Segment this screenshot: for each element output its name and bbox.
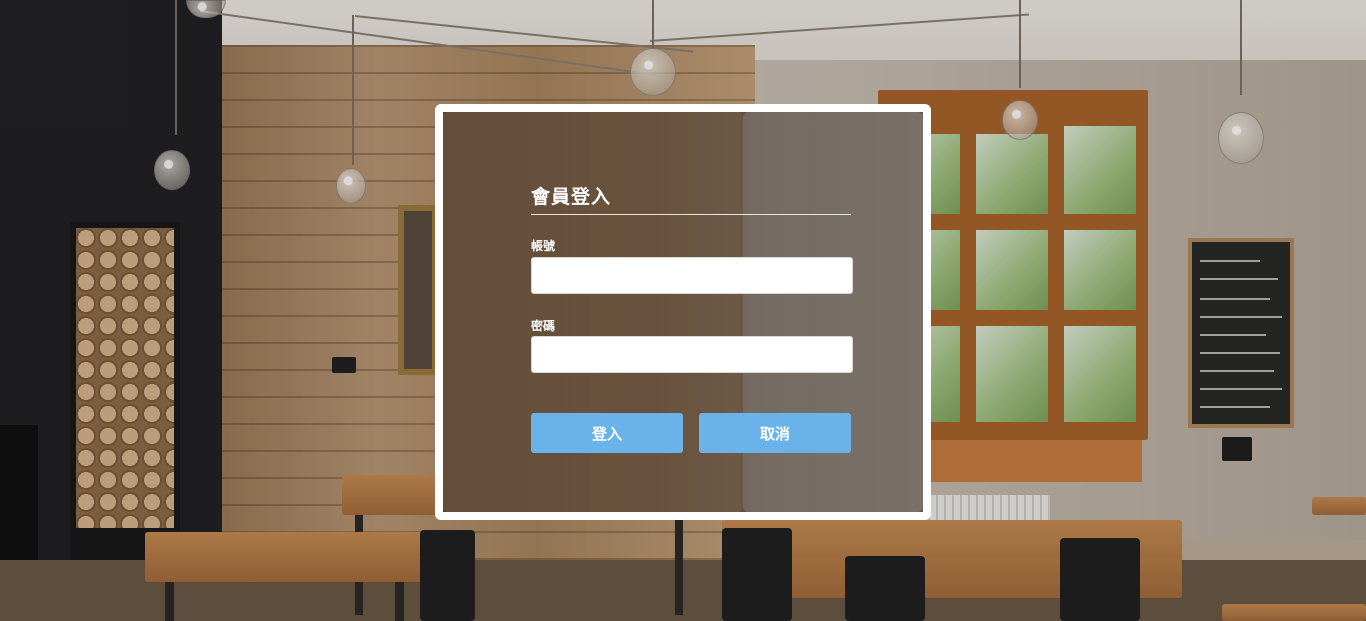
login-panel: 會員登入 帳號 密碼 登入 取消 [443,112,923,512]
login-modal: 會員登入 帳號 密碼 登入 取消 [435,104,931,520]
login-title: 會員登入 [531,186,612,208]
account-input[interactable] [531,257,853,294]
cancel-button[interactable]: 取消 [699,413,851,453]
password-input[interactable] [531,336,853,373]
login-button[interactable]: 登入 [531,413,683,453]
title-divider [531,214,851,215]
account-label: 帳號 [531,239,556,253]
password-label: 密碼 [531,319,556,333]
